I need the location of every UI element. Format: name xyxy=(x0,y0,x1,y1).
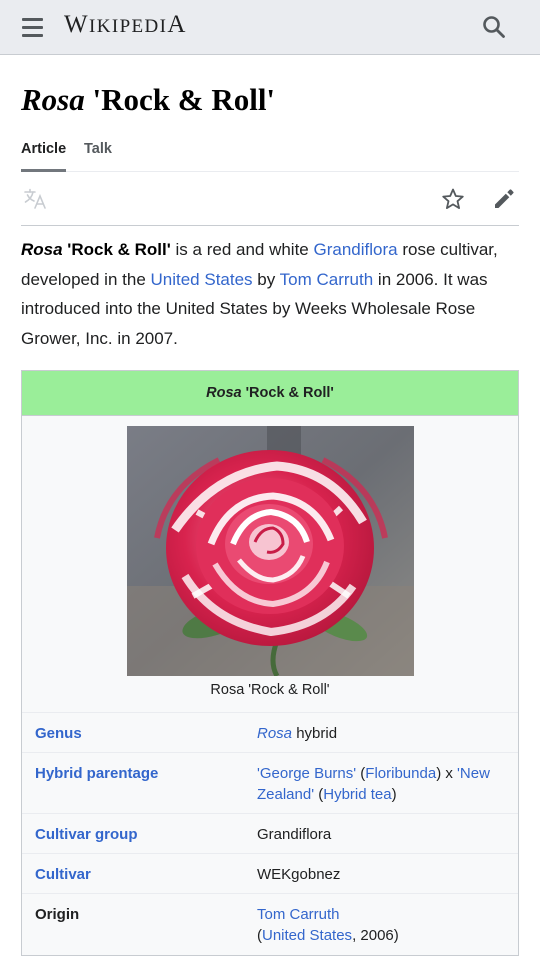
wikipedia-logo[interactable]: WIKIPEDIA xyxy=(64,11,187,39)
infobox: Rosa 'Rock & Roll' Rosa 'Rock & Roll' Ge… xyxy=(21,370,519,956)
row-value-cultivar: WEKgobnez xyxy=(257,866,341,883)
link-tom-carruth[interactable]: Tom Carruth xyxy=(280,270,374,289)
top-bar: WIKIPEDIA xyxy=(0,0,540,55)
row-value-genus: Rosa hybrid xyxy=(257,725,338,742)
infobox-row-genus: Genus Rosa hybrid xyxy=(22,712,518,752)
link-hybrid-tea[interactable]: Hybrid tea xyxy=(323,786,391,803)
infobox-header: Rosa 'Rock & Roll' xyxy=(22,371,518,416)
link-grandiflora[interactable]: Grandiflora xyxy=(314,240,398,259)
search-icon[interactable] xyxy=(481,14,507,40)
row-label-cultivar[interactable]: Cultivar xyxy=(35,866,91,883)
link-united-states-origin[interactable]: United States xyxy=(262,927,352,944)
active-tab-indicator xyxy=(21,169,66,172)
row-label-genus[interactable]: Genus xyxy=(35,725,82,742)
lead-paragraph: Rosa 'Rock & Roll' is a red and white Gr… xyxy=(21,240,498,348)
link-floribunda[interactable]: Floribunda xyxy=(365,765,436,782)
image-caption: Rosa 'Rock & Roll' xyxy=(210,682,330,698)
row-value-parentage: 'George Burns' (Floribunda) x 'New Zeala… xyxy=(257,765,490,803)
hamburger-menu-icon[interactable] xyxy=(21,16,45,38)
infobox-row-origin: Origin Tom Carruth (United States, 2006) xyxy=(22,893,518,955)
page-title: Rosa 'Rock & Roll' xyxy=(21,82,276,117)
actions-divider xyxy=(21,225,519,226)
row-label-cultivar-group[interactable]: Cultivar group xyxy=(35,826,138,843)
link-tom-carruth-origin[interactable]: Tom Carruth xyxy=(257,906,340,923)
row-label-origin: Origin xyxy=(35,906,80,923)
row-label-parentage[interactable]: Hybrid parentage xyxy=(35,765,158,782)
tab-article[interactable]: Article xyxy=(21,141,66,157)
link-grandiflora-group[interactable]: Grandiflora xyxy=(257,824,509,845)
tabs-divider xyxy=(21,171,519,172)
pencil-icon[interactable] xyxy=(492,187,516,211)
infobox-row-cultivar: Cultivar WEKgobnez xyxy=(22,853,518,893)
star-icon[interactable] xyxy=(441,187,465,211)
tab-talk[interactable]: Talk xyxy=(84,141,112,157)
link-rosa[interactable]: Rosa xyxy=(257,725,292,742)
infobox-image-section: Rosa 'Rock & Roll' xyxy=(22,416,518,712)
link-george-burns[interactable]: 'George Burns' xyxy=(257,765,356,782)
infobox-row-parentage: Hybrid parentage 'George Burns' (Floribu… xyxy=(22,752,518,813)
rose-photo[interactable] xyxy=(127,426,414,676)
link-united-states[interactable]: United States xyxy=(151,270,253,289)
row-value-origin: Tom Carruth (United States, 2006) xyxy=(257,906,399,944)
infobox-row-cultivar-group: Cultivar group Grandiflora xyxy=(22,813,518,853)
translate-icon xyxy=(24,188,48,210)
